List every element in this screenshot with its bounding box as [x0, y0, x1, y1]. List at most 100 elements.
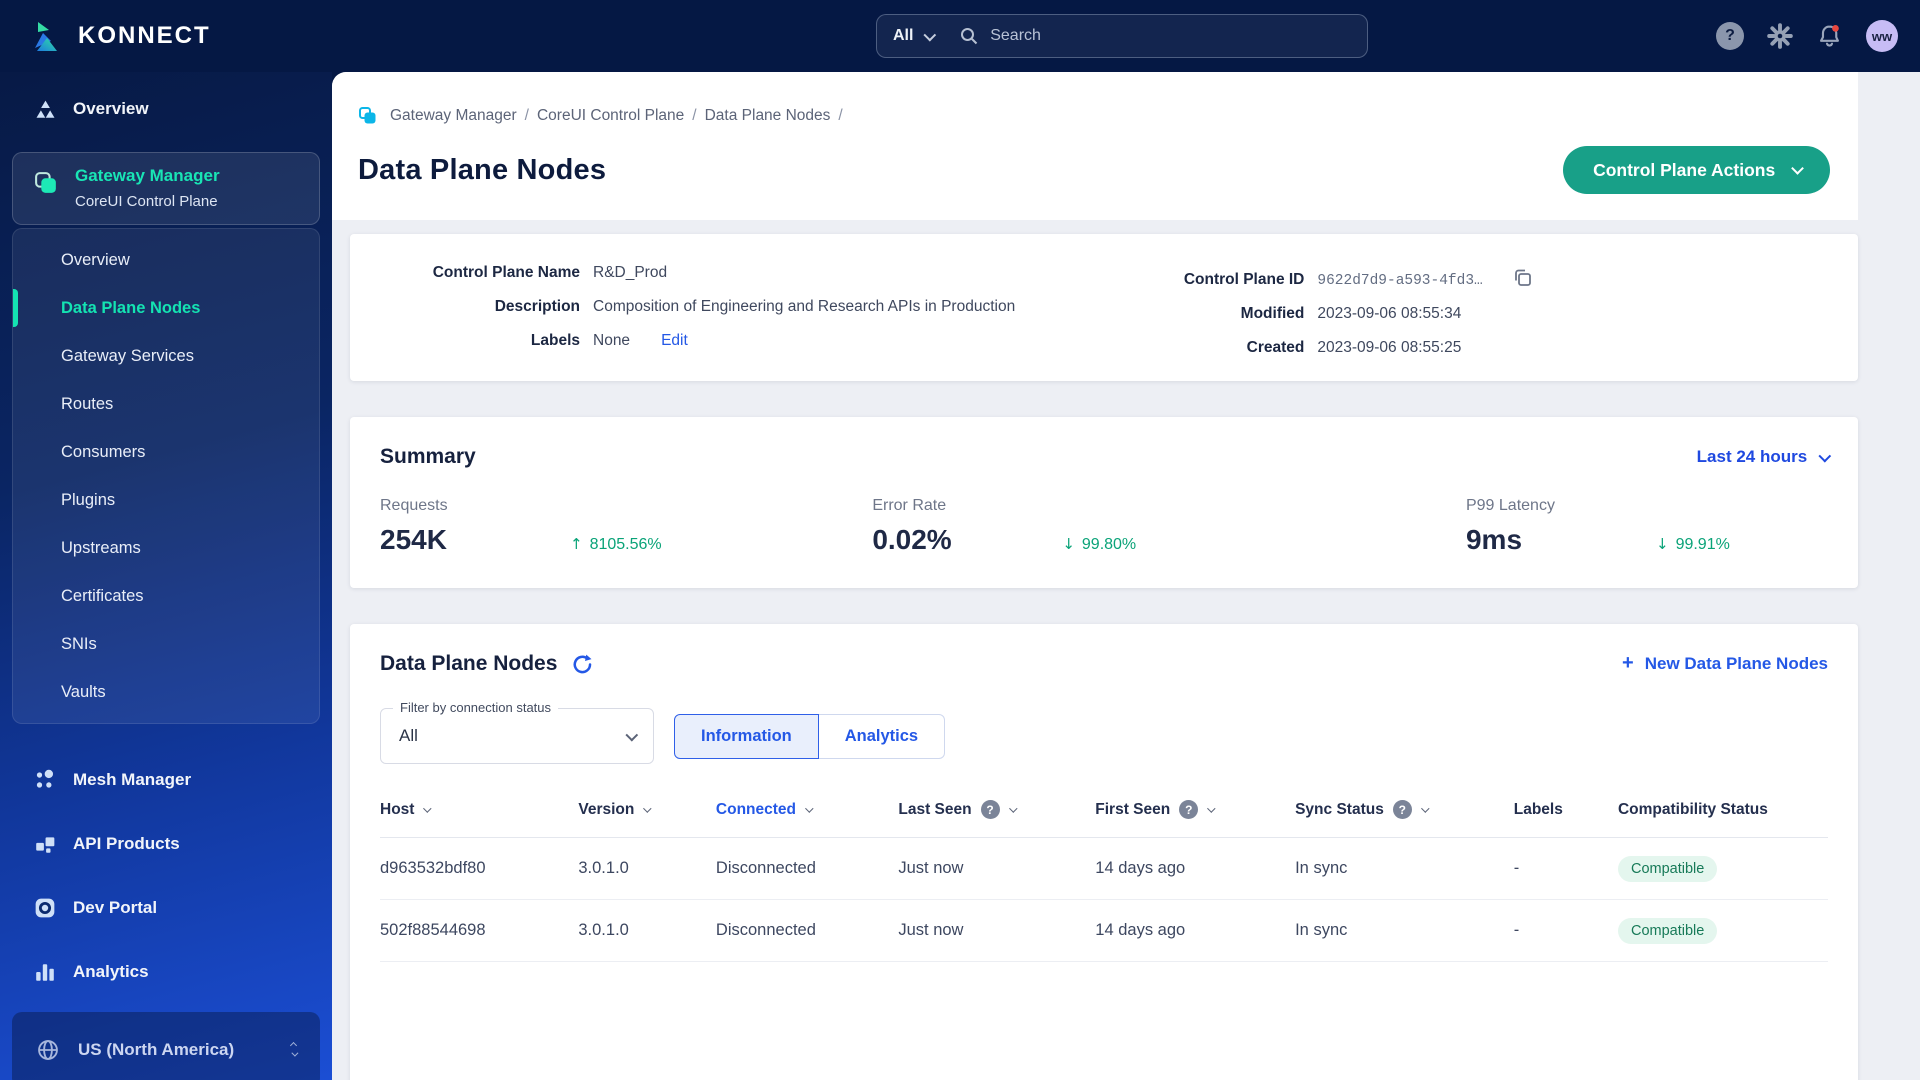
breadcrumb-separator: /: [524, 107, 529, 124]
time-range-value: Last 24 hours: [1696, 447, 1808, 466]
control-plane-id-value: 9622d7d9-a593-4fd3…: [1317, 273, 1483, 289]
metric-label: Requests: [380, 497, 448, 514]
column-header-version[interactable]: Version: [578, 801, 716, 819]
table-row[interactable]: d963532bdf80 3.0.1.0 Disconnected Just now 1…: [380, 838, 1828, 900]
sidebar-item-consumers[interactable]: Consumers: [13, 428, 319, 476]
sidebar-item-gateway-services[interactable]: Gateway Services: [13, 332, 319, 380]
help-icon[interactable]: ?: [1179, 800, 1199, 819]
cell-connected: Disconnected: [715, 921, 816, 939]
metric-value: 9ms: [1465, 524, 1523, 555]
column-header-first-seen[interactable]: First Seen?: [1095, 800, 1295, 819]
summary-metrics: Requests 254K ↑ 8105.56% Error Rate 0.02% ↓ 99.…: [380, 497, 1828, 556]
metric-p99-latency: P99 Latency 9ms ↓ 99.91%: [1466, 497, 1828, 556]
help-icon[interactable]: ?: [1392, 800, 1412, 819]
globe-icon: [36, 1038, 60, 1062]
cell-last-seen: Just now: [898, 921, 964, 939]
sort-chevron-icon: [805, 803, 814, 813]
column-header-sync-status[interactable]: Sync Status?: [1295, 800, 1514, 819]
info-label: Labels: [530, 332, 580, 349]
sidebar-item-upstreams[interactable]: Upstreams: [13, 524, 319, 572]
created-value: 2023-09-06 08:55:25: [1317, 339, 1462, 356]
summary-title: Summary: [380, 445, 476, 468]
cell-labels: -: [1513, 921, 1520, 939]
column-header-host[interactable]: Host: [380, 801, 578, 819]
sidebar-item-data-plane-nodes[interactable]: Data Plane Nodes: [13, 284, 319, 332]
dev-portal-icon: [34, 897, 56, 919]
arrow-down-icon: ↓: [1655, 535, 1669, 553]
help-icon[interactable]: ?: [980, 800, 1000, 819]
sidebar-item-dev-portal[interactable]: Dev Portal: [0, 876, 332, 940]
cell-compatibility: Compatible: [1617, 855, 1828, 882]
konnect-logo-icon: [26, 17, 64, 55]
search-scope-dropdown[interactable]: All: [893, 27, 959, 45]
search-scope-value: All: [893, 27, 914, 44]
table-header: Host Version Connected Last Seen? First Seen…: [380, 800, 1828, 838]
column-header-last-seen[interactable]: Last Seen?: [898, 800, 1095, 819]
sidebar-item-api-products[interactable]: API Products: [0, 812, 332, 876]
breadcrumb-segment-data-plane-nodes[interactable]: Data Plane Nodes: [705, 107, 831, 125]
sidebar-item-routes[interactable]: Routes: [13, 380, 319, 428]
chevron-down-icon: [1818, 449, 1832, 462]
sidebar-item-mesh-manager[interactable]: Mesh Manager: [0, 748, 332, 812]
control-plane-actions-button[interactable]: Control Plane Actions: [1563, 146, 1830, 194]
sidebar-item-label: Overview: [73, 99, 149, 118]
main-content: Gateway Manager / CoreUI Control Plane / Dat…: [332, 72, 1920, 1080]
tab-analytics[interactable]: Analytics: [818, 713, 946, 759]
time-range-dropdown[interactable]: Last 24 hours: [1696, 447, 1832, 467]
gateway-manager-subtitle: CoreUI Control Plane: [75, 193, 218, 210]
cell-first-seen: 14 days ago: [1095, 921, 1186, 939]
column-header-connected[interactable]: Connected: [716, 801, 898, 819]
view-toggle: Information Analytics: [674, 713, 946, 759]
help-icon[interactable]: ?: [1716, 22, 1744, 50]
sidebar-item-snis[interactable]: SNIs: [13, 620, 319, 668]
info-label: Modified: [1240, 305, 1305, 322]
sidebar-item-overview[interactable]: Overview: [13, 236, 319, 284]
labels-value: None: [593, 332, 631, 349]
sidebar-item-label: API Products: [73, 834, 180, 853]
nodes-table: Host Version Connected Last Seen? First Seen…: [380, 800, 1828, 962]
sidebar-item-certificates[interactable]: Certificates: [13, 572, 319, 620]
breadcrumb-segment-gateway-manager[interactable]: Gateway Manager: [390, 107, 517, 125]
copy-icon[interactable]: [1512, 267, 1532, 287]
region-selector[interactable]: US (North America): [12, 1012, 320, 1080]
new-data-plane-nodes-label: New Data Plane Nodes: [1644, 654, 1828, 673]
tab-information[interactable]: Information: [674, 713, 819, 759]
sidebar-item-overview[interactable]: Overview: [0, 86, 332, 132]
table-row[interactable]: 502f88544698 3.0.1.0 Disconnected Just now 1…: [380, 900, 1828, 962]
new-data-plane-nodes-button[interactable]: + New Data Plane Nodes: [1622, 651, 1828, 676]
sidebar-item-vaults[interactable]: Vaults: [13, 668, 319, 716]
control-plane-actions-label: Control Plane Actions: [1593, 159, 1776, 180]
sidebar-item-label: Dev Portal: [73, 898, 158, 917]
sort-chevron-icon: [643, 803, 652, 813]
control-plane-info-card: Control Plane Name R&D_Prod Description …: [350, 234, 1858, 381]
nodes-section-title: Data Plane Nodes: [380, 652, 558, 675]
metric-change-value: 99.80%: [1081, 536, 1137, 553]
konnect-logo[interactable]: KONNECT: [26, 0, 211, 72]
sidebar-item-analytics[interactable]: Analytics: [0, 940, 332, 1004]
column-label: Connected: [715, 800, 797, 818]
breadcrumb-separator: /: [692, 107, 697, 124]
sort-chevron-icon: [1421, 803, 1430, 813]
overview-icon: [34, 98, 57, 121]
user-avatar[interactable]: ww: [1866, 20, 1898, 52]
cell-compatibility: Compatible: [1617, 917, 1828, 944]
column-header-compatibility-status[interactable]: Compatibility Status: [1618, 801, 1828, 819]
compatibility-badge: Compatible: [1617, 917, 1718, 944]
info-row-created: Created 2023-09-06 08:55:25: [1176, 339, 1828, 357]
gateway-manager-title: Gateway Manager: [75, 166, 220, 185]
breadcrumb-segment-coreui-control-plane[interactable]: CoreUI Control Plane: [537, 107, 684, 125]
connection-status-filter[interactable]: Filter by connection status All: [380, 700, 654, 764]
sidebar-gateway-manager[interactable]: Gateway Manager CoreUI Control Plane: [12, 152, 320, 225]
search-input[interactable]: [990, 27, 1351, 45]
plus-icon: +: [1622, 651, 1634, 674]
edit-labels-link[interactable]: Edit: [661, 332, 688, 350]
notification-bell-icon[interactable]: [1816, 23, 1843, 50]
gear-icon[interactable]: [1767, 23, 1793, 49]
logo-text: KONNECT: [78, 22, 211, 49]
sidebar-item-plugins[interactable]: Plugins: [13, 476, 319, 524]
topbar: KONNECT All ?: [0, 0, 1920, 72]
refresh-icon[interactable]: [571, 653, 594, 676]
compatibility-badge: Compatible: [1617, 855, 1718, 882]
modified-value: 2023-09-06 08:55:34: [1317, 305, 1462, 322]
column-header-labels[interactable]: Labels: [1514, 801, 1618, 819]
